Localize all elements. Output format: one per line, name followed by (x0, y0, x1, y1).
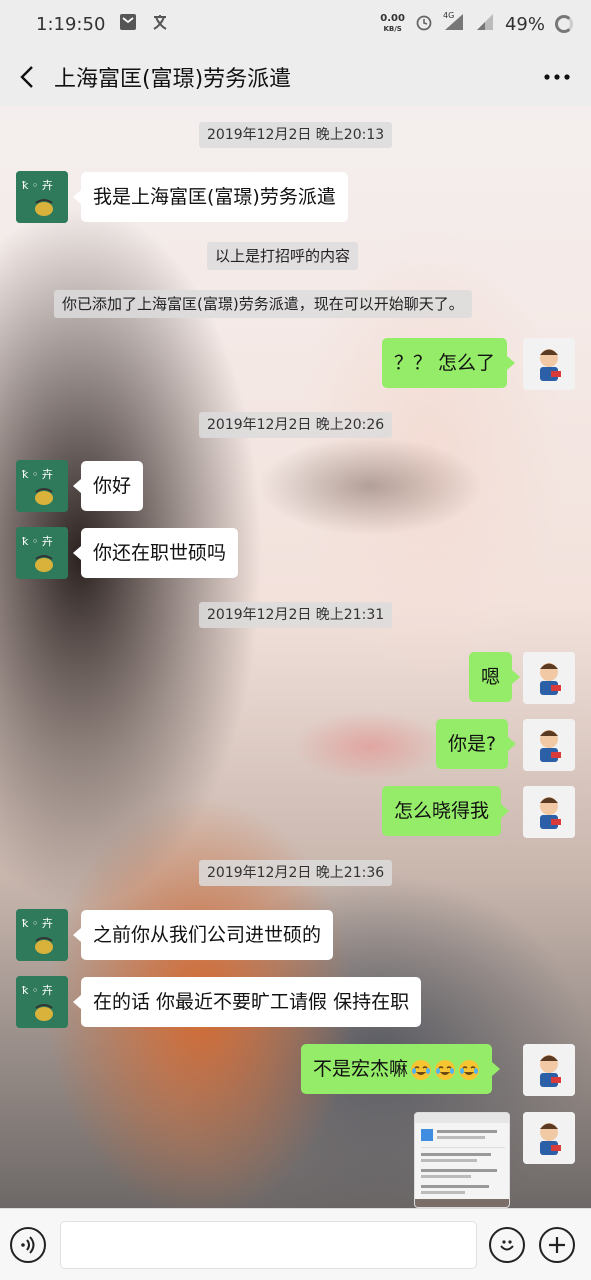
chat-history[interactable]: 2019年12月2日 晚上20:13 ꝁ ◦ 卉 我是上海富匡(富璟)劳务派遣 … (0, 106, 591, 1208)
input-bar (0, 1208, 591, 1280)
system-message: 你已添加了上海富匡(富璟)劳务派遣，现在可以开始聊天了。 (54, 290, 472, 318)
contact-avatar[interactable]: ꝁ ◦ 卉 (16, 527, 68, 579)
timestamp: 2019年12月2日 晚上20:13 (199, 122, 393, 148)
message-input[interactable] (60, 1220, 477, 1269)
crying-laughing-emoji-icon (411, 1059, 432, 1080)
battery-icon (555, 15, 573, 33)
voice-input-button[interactable] (10, 1226, 46, 1263)
voice-icon (21, 1235, 35, 1254)
my-avatar[interactable] (523, 1044, 575, 1096)
message-sent[interactable]: ？？ 怎么了 (382, 338, 516, 388)
signal-icon: 4G (443, 11, 465, 36)
image-message-thumbnail[interactable] (414, 1112, 510, 1208)
message-notification-icon (119, 13, 137, 36)
network-speed: 0.00 KB/S (380, 13, 405, 34)
svg-text:ꝁ ◦ 卉: ꝁ ◦ 卉 (22, 468, 53, 481)
my-avatar[interactable] (523, 1112, 575, 1164)
emoji-button[interactable] (489, 1226, 525, 1263)
timestamp: 2019年12月2日 晚上21:36 (199, 860, 393, 886)
status-time: 1:19:50 (36, 13, 106, 35)
plus-icon (549, 1236, 565, 1253)
svg-text:ꝁ ◦ 卉: ꝁ ◦ 卉 (22, 179, 53, 192)
timestamp: 2019年12月2日 晚上21:31 (199, 602, 393, 628)
contact-avatar[interactable]: ꝁ ◦ 卉 (16, 171, 68, 223)
svg-text:ꝁ ◦ 卉: ꝁ ◦ 卉 (22, 917, 53, 930)
timestamp: 2019年12月2日 晚上20:26 (199, 412, 393, 438)
svg-text:ꝁ ◦ 卉: ꝁ ◦ 卉 (22, 984, 53, 997)
message-sent[interactable]: 怎么晓得我 (382, 786, 510, 836)
message-received[interactable]: 你好 (72, 461, 144, 511)
message-sent[interactable]: 不是宏杰嘛 (301, 1044, 501, 1094)
alarm-icon (415, 13, 433, 36)
message-received[interactable]: 我是上海富匡(富璟)劳务派遣 (73, 172, 348, 222)
contact-avatar[interactable]: ꝁ ◦ 卉 (16, 909, 68, 961)
system-message: 以上是打招呼的内容 (207, 242, 359, 270)
contact-avatar[interactable]: ꝁ ◦ 卉 (16, 976, 68, 1028)
message-received[interactable]: 在的话 你最近不要旷工请假 保持在职 (72, 977, 422, 1027)
chevron-left-icon (20, 66, 33, 88)
more-options-button[interactable] (537, 62, 577, 92)
message-received[interactable]: 你还在职世硕吗 (72, 528, 239, 578)
more-dots-icon (544, 74, 570, 80)
chat-header: 上海富匡(富璟)劳务派遣 (0, 48, 591, 106)
signal-2-icon (475, 13, 495, 36)
contact-avatar[interactable]: ꝁ ◦ 卉 (16, 460, 68, 512)
battery-percent: 49% (504, 13, 545, 35)
my-avatar[interactable] (523, 786, 575, 838)
my-avatar[interactable] (523, 338, 575, 390)
status-bar: 1:19:50 0.00 KB/S 4G 49% (0, 0, 591, 48)
message-sent[interactable]: 嗯 (469, 652, 521, 702)
more-functions-button[interactable] (539, 1226, 575, 1263)
crying-laughing-emoji-icon (435, 1059, 456, 1080)
message-sent[interactable]: 你是? (436, 719, 517, 769)
my-avatar[interactable] (523, 719, 575, 771)
chat-title: 上海富匡(富璟)劳务派遣 (54, 67, 292, 92)
smiley-icon (500, 1239, 514, 1250)
svg-text:ꝁ ◦ 卉: ꝁ ◦ 卉 (22, 535, 53, 548)
message-text: 不是宏杰嘛 (313, 1058, 409, 1080)
back-button[interactable] (14, 64, 40, 90)
message-received[interactable]: 之前你从我们公司进世硕的 (72, 910, 334, 960)
translate-icon (151, 13, 169, 36)
crying-laughing-emoji-icon (459, 1059, 480, 1080)
my-avatar[interactable] (523, 652, 575, 704)
